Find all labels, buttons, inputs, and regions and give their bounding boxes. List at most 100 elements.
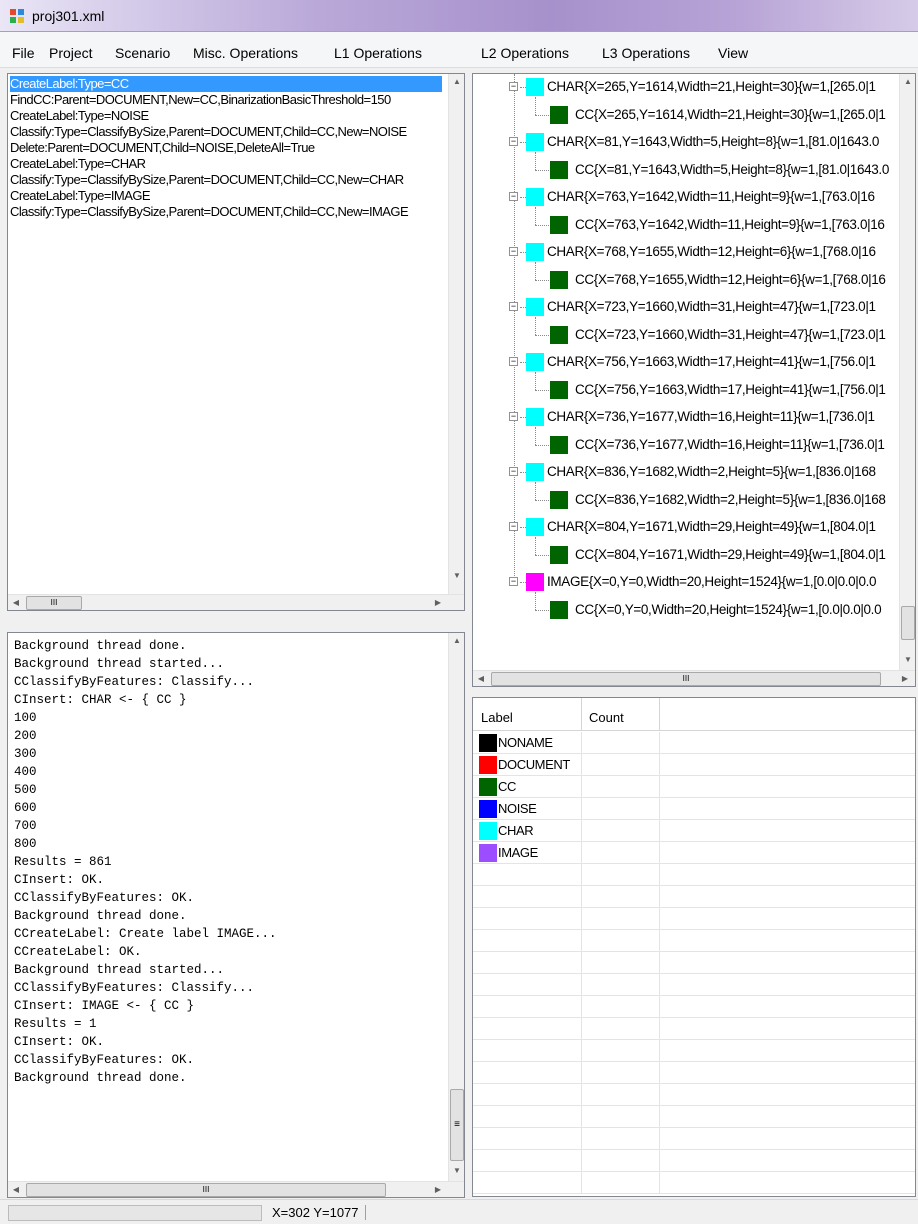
column-divider[interactable] — [659, 698, 660, 731]
empty-row[interactable] — [473, 1150, 915, 1172]
script-line[interactable]: Classify:Type=ClassifyBySize,Parent=DOCU… — [10, 172, 404, 188]
tree-vscroll-thumb[interactable] — [901, 606, 915, 640]
menu-l1-operations[interactable]: L1 Operations — [334, 45, 422, 61]
label-grid[interactable]: Label Count NONAME DOCUMENT CC NOISE CHAR IMA… — [472, 697, 916, 1197]
tree-child-node[interactable]: CC{X=836,Y=1682,Width=2,Height=5}{w=1,[8… — [473, 481, 915, 511]
tree-node[interactable]: − CHAR{X=265,Y=1614,Width=21,Height=30}{w… — [473, 76, 915, 98]
label-row[interactable]: NOISE — [473, 798, 915, 820]
collapse-icon[interactable]: − — [509, 467, 518, 476]
menu-file[interactable]: File — [12, 45, 35, 61]
label-row[interactable]: CHAR — [473, 820, 915, 842]
script-line[interactable]: Delete:Parent=DOCUMENT,Child=NOISE,Delet… — [10, 140, 315, 156]
empty-row[interactable] — [473, 1062, 915, 1084]
scroll-up-arrow-icon[interactable]: ▲ — [449, 633, 464, 649]
script-line[interactable]: CreateLabel:Type=NOISE — [10, 108, 149, 124]
tree-node-text[interactable]: CHAR{X=804,Y=1671,Width=29,Height=49}{w=… — [547, 518, 876, 536]
empty-row[interactable] — [473, 1040, 915, 1062]
empty-row[interactable] — [473, 1106, 915, 1128]
menu-project[interactable]: Project — [49, 45, 93, 61]
collapse-icon[interactable]: − — [509, 302, 518, 311]
collapse-icon[interactable]: − — [509, 357, 518, 366]
menu-l2-operations[interactable]: L2 Operations — [481, 45, 569, 61]
tree-horizontal-scrollbar[interactable]: ◀ III ▶ — [473, 670, 915, 686]
tree-node[interactable]: − CHAR{X=763,Y=1642,Width=11,Height=9}{w=… — [473, 186, 915, 208]
empty-row[interactable] — [473, 1084, 915, 1106]
script-list[interactable]: CreateLabel:Type=CC FindCC:Parent=DOCUMEN… — [7, 73, 465, 611]
label-row[interactable]: CC — [473, 776, 915, 798]
scroll-right-arrow-icon[interactable]: ▶ — [897, 671, 913, 686]
script-line[interactable]: CreateLabel:Type=IMAGE — [10, 188, 151, 204]
tree-node-text[interactable]: CC{X=723,Y=1660,Width=31,Height=47}{w=1,… — [575, 326, 886, 344]
tree-node[interactable]: − IMAGE{X=0,Y=0,Width=20,Height=1524}{w=1… — [473, 571, 915, 593]
empty-row[interactable] — [473, 1172, 915, 1194]
collapse-icon[interactable]: − — [509, 522, 518, 531]
empty-row[interactable] — [473, 952, 915, 974]
tree-child-node[interactable]: CC{X=723,Y=1660,Width=31,Height=47}{w=1,… — [473, 316, 915, 346]
scroll-right-arrow-icon[interactable]: ▶ — [430, 1182, 446, 1197]
tree-node-text[interactable]: CC{X=81,Y=1643,Width=5,Height=8}{w=1,[81… — [575, 161, 889, 179]
collapse-icon[interactable]: − — [509, 247, 518, 256]
scroll-up-arrow-icon[interactable]: ▲ — [900, 74, 915, 90]
tree-child-node[interactable]: CC{X=736,Y=1677,Width=16,Height=11}{w=1,… — [473, 426, 915, 456]
menu-l3-operations[interactable]: L3 Operations — [602, 45, 690, 61]
tree-node-text[interactable]: CHAR{X=768,Y=1655,Width=12,Height=6}{w=1… — [547, 243, 876, 261]
tree-child-node[interactable]: CC{X=81,Y=1643,Width=5,Height=8}{w=1,[81… — [473, 151, 915, 181]
tree-node[interactable]: − CHAR{X=756,Y=1663,Width=17,Height=41}{w… — [473, 351, 915, 373]
scroll-up-arrow-icon[interactable]: ▲ — [449, 74, 464, 90]
scroll-left-arrow-icon[interactable]: ◀ — [8, 1182, 24, 1197]
scroll-left-arrow-icon[interactable]: ◀ — [8, 595, 24, 610]
log-horizontal-scrollbar[interactable]: ◀ III ▶ — [8, 1181, 464, 1197]
tree-child-node[interactable]: CC{X=265,Y=1614,Width=21,Height=30}{w=1,… — [473, 96, 915, 126]
tree-node-text[interactable]: IMAGE{X=0,Y=0,Width=20,Height=1524}{w=1,… — [547, 573, 877, 591]
scroll-down-arrow-icon[interactable]: ▼ — [900, 652, 915, 668]
empty-row[interactable] — [473, 908, 915, 930]
label-row[interactable]: IMAGE — [473, 842, 915, 864]
tree-node-text[interactable]: CC{X=836,Y=1682,Width=2,Height=5}{w=1,[8… — [575, 491, 886, 509]
scroll-left-arrow-icon[interactable]: ◀ — [473, 671, 489, 686]
scroll-down-arrow-icon[interactable]: ▼ — [449, 1163, 464, 1179]
tree-hscroll-thumb[interactable]: III — [491, 672, 881, 686]
tree-node-text[interactable]: CHAR{X=836,Y=1682,Width=2,Height=5}{w=1,… — [547, 463, 876, 481]
tree-node-text[interactable]: CHAR{X=81,Y=1643,Width=5,Height=8}{w=1,[… — [547, 133, 879, 151]
empty-row[interactable] — [473, 1128, 915, 1150]
scroll-down-arrow-icon[interactable]: ▼ — [449, 568, 464, 584]
collapse-icon[interactable]: − — [509, 82, 518, 91]
object-tree[interactable]: − CHAR{X=265,Y=1614,Width=21,Height=30}{w… — [472, 73, 916, 687]
log-output[interactable]: Background thread done. Background thread… — [7, 632, 465, 1198]
tree-node[interactable]: − CHAR{X=836,Y=1682,Width=2,Height=5}{w=1… — [473, 461, 915, 483]
empty-row[interactable] — [473, 930, 915, 952]
log-vscroll-thumb[interactable]: ≡ — [450, 1089, 464, 1161]
tree-child-node[interactable]: CC{X=0,Y=0,Width=20,Height=1524}{w=1,[0.… — [473, 591, 915, 621]
tree-child-node[interactable]: CC{X=804,Y=1671,Width=29,Height=49}{w=1,… — [473, 536, 915, 566]
tree-node-text[interactable]: CC{X=763,Y=1642,Width=11,Height=9}{w=1,[… — [575, 216, 885, 234]
column-header-label[interactable]: Label — [481, 710, 513, 725]
script-line[interactable]: Classify:Type=ClassifyBySize,Parent=DOCU… — [10, 204, 409, 220]
label-row[interactable]: DOCUMENT — [473, 754, 915, 776]
collapse-icon[interactable]: − — [509, 137, 518, 146]
column-divider[interactable] — [581, 698, 582, 731]
tree-node-text[interactable]: CC{X=804,Y=1671,Width=29,Height=49}{w=1,… — [575, 546, 886, 564]
tree-node-text[interactable]: CC{X=756,Y=1663,Width=17,Height=41}{w=1,… — [575, 381, 886, 399]
tree-node-text[interactable]: CC{X=736,Y=1677,Width=16,Height=11}{w=1,… — [575, 436, 885, 454]
log-hscroll-thumb[interactable]: III — [26, 1183, 386, 1197]
script-hscroll-thumb[interactable]: III — [26, 596, 82, 610]
tree-child-node[interactable]: CC{X=768,Y=1655,Width=12,Height=6}{w=1,[… — [473, 261, 915, 291]
empty-row[interactable] — [473, 864, 915, 886]
log-vertical-scrollbar[interactable]: ▲ ≡ ▼ — [448, 633, 464, 1181]
tree-child-node[interactable]: CC{X=763,Y=1642,Width=11,Height=9}{w=1,[… — [473, 206, 915, 236]
tree-node-text[interactable]: CHAR{X=756,Y=1663,Width=17,Height=41}{w=… — [547, 353, 876, 371]
collapse-icon[interactable]: − — [509, 412, 518, 421]
tree-node[interactable]: − CHAR{X=804,Y=1671,Width=29,Height=49}{w… — [473, 516, 915, 538]
empty-row[interactable] — [473, 974, 915, 996]
script-line[interactable]: FindCC:Parent=DOCUMENT,New=CC,Binarizati… — [10, 92, 391, 108]
empty-row[interactable] — [473, 1018, 915, 1040]
tree-node-text[interactable]: CHAR{X=763,Y=1642,Width=11,Height=9}{w=1… — [547, 188, 875, 206]
menu-misc-operations[interactable]: Misc. Operations — [193, 45, 298, 61]
empty-row[interactable] — [473, 886, 915, 908]
empty-row[interactable] — [473, 996, 915, 1018]
menu-view[interactable]: View — [718, 45, 748, 61]
tree-node-text[interactable]: CC{X=265,Y=1614,Width=21,Height=30}{w=1,… — [575, 106, 886, 124]
tree-node-text[interactable]: CHAR{X=723,Y=1660,Width=31,Height=47}{w=… — [547, 298, 876, 316]
tree-node[interactable]: − CHAR{X=768,Y=1655,Width=12,Height=6}{w=… — [473, 241, 915, 263]
menu-scenario[interactable]: Scenario — [115, 45, 170, 61]
